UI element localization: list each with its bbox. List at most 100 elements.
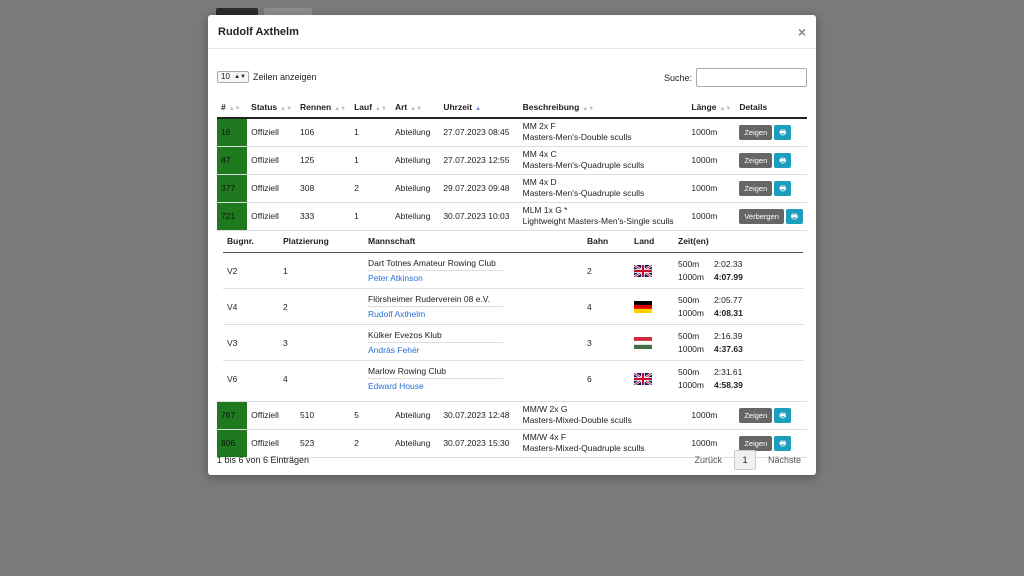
crew-col-country: Land — [630, 230, 674, 253]
times-cell: 500m 2:16.39 1000m 4:37.63 — [674, 324, 803, 361]
table-info: 1 bis 6 von 6 Einträgen — [217, 455, 310, 465]
race-cell: 106 — [296, 118, 351, 147]
status-cell: Offiziell — [247, 401, 297, 430]
next-page-button[interactable]: Nächste — [762, 455, 807, 465]
print-icon[interactable]: 🖶 — [774, 180, 792, 196]
country-cell — [630, 252, 674, 289]
close-button[interactable]: × — [798, 24, 806, 40]
sort-icon: ▲▼ — [280, 105, 293, 112]
race-number-cell: 377 — [217, 174, 248, 203]
rower-link[interactable]: András Fehér — [368, 345, 579, 355]
lane-cell: 6 — [587, 373, 592, 384]
team-cell: Flörsheimer Ruderverein 08 e.V. Rudolf Ax… — [364, 288, 583, 325]
heat-cell: 1 — [350, 202, 391, 231]
rower-link[interactable]: Edward House — [368, 381, 579, 391]
show-button[interactable]: Zeigen — [739, 152, 773, 168]
col-header-status[interactable]: Status ▲▼ — [247, 96, 297, 119]
time-cell: 30.07.2023 10:03 — [439, 202, 519, 231]
col-header-number[interactable]: # ▲▼ — [217, 96, 248, 119]
type-cell: Abteilung — [390, 174, 440, 203]
table-footer: 1 bis 6 von 6 Einträgen Zurück 1 Nächste — [217, 450, 807, 470]
crew-row: V4 2 Flörsheimer Ruderverein 08 e.V. Rudo… — [223, 288, 803, 325]
description-cell: MM/W 2x G Masters-Mixed-Double sculls — [518, 401, 688, 430]
details-cell: Zeigen 🖶 — [735, 118, 807, 147]
description-cell: MM 4x D Masters-Men's-Quadruple sculls — [518, 174, 688, 203]
bow-cell: V2 — [223, 252, 279, 289]
show-button[interactable]: Zeigen — [739, 407, 773, 423]
country-cell — [630, 288, 674, 325]
times-cell: 500m 2:05.77 1000m 4:08.31 — [674, 288, 803, 325]
description-cell: MM 2x F Masters-Men's-Double sculls — [518, 118, 688, 147]
team-cell: Dart Totnes Amateur Rowing Club Peter Atk… — [364, 252, 583, 289]
crew-row: V3 3 Külker Evezos Klub András Fehér 3 50… — [223, 324, 803, 361]
time-cell: 29.07.2023 09:48 — [439, 174, 519, 203]
gb-flag-icon — [634, 372, 652, 385]
hu-flag-icon — [634, 336, 652, 349]
pagination: Zurück 1 Nächste — [688, 450, 807, 470]
time-cell: 27.07.2023 12:55 — [439, 146, 519, 175]
sort-icon: ▲▼ — [375, 105, 387, 112]
bow-cell: V4 — [223, 288, 279, 325]
rows-per-page-select[interactable]: 10 ▲▼ — [217, 71, 249, 83]
type-cell: Abteilung — [390, 401, 440, 430]
crew-col-times: Zeit(en) — [674, 230, 803, 253]
table-header-row: # ▲▼ Status ▲▼ Rennen ▲▼ Lauf ▲▼ Art ▲▼ Uhrze… — [217, 96, 807, 119]
lane-cell: 3 — [583, 324, 630, 361]
race-cell: 308 — [296, 174, 351, 203]
race-number-cell: 767 — [217, 401, 248, 430]
table-row: 16 Offiziell 106 1 Abteilung 27.07.2023 … — [217, 118, 807, 147]
status-cell: Offiziell — [247, 174, 297, 203]
show-button[interactable]: Zeigen — [739, 180, 773, 196]
place-cell: 1 — [279, 252, 364, 289]
print-icon[interactable]: 🖶 — [785, 208, 803, 224]
page-1-button[interactable]: 1 — [733, 450, 756, 470]
rower-link[interactable]: Rudolf Axthelm — [368, 309, 579, 319]
lane-cell: 4 — [583, 288, 630, 325]
athlete-modal: Rudolf Axthelm × 10 ▲▼ Zeilen anzeigen S… — [208, 15, 816, 475]
type-cell: Abteilung — [390, 118, 440, 147]
race-number-cell: 87 — [217, 146, 248, 175]
modal-header: Rudolf Axthelm × — [208, 15, 816, 49]
table-controls: 10 ▲▼ Zeilen anzeigen Suche: — [208, 49, 816, 91]
detail-cell: Bugnr. Platzierung Mannschaft Bahn Land … — [217, 230, 807, 402]
sort-icon: ▲▼ — [719, 105, 732, 112]
print-icon[interactable]: 🖶 — [774, 124, 792, 140]
print-icon[interactable]: 🖶 — [774, 435, 792, 451]
details-cell: Zeigen 🖶 — [735, 174, 807, 203]
col-header-length[interactable]: Länge ▲▼ — [687, 96, 736, 119]
print-icon[interactable]: 🖶 — [774, 152, 792, 168]
length-cell: 1000m — [687, 202, 736, 231]
length-control: 10 ▲▼ Zeilen anzeigen — [217, 71, 317, 83]
col-header-heat[interactable]: Lauf ▲▼ — [350, 96, 391, 119]
rower-link[interactable]: Peter Atkinson — [368, 273, 579, 283]
description-cell: MLM 1x G * Lightweight Masters-Men's-Sing… — [518, 202, 688, 231]
show-button[interactable]: Zeigen — [739, 124, 773, 140]
crew-row: V2 1 Dart Totnes Amateur Rowing Club Pete… — [223, 252, 803, 289]
length-cell: 1000m — [687, 401, 736, 430]
prev-page-button[interactable]: Zurück — [688, 455, 728, 465]
de-flag-icon — [634, 300, 652, 313]
sort-icon: ▲▼ — [334, 105, 347, 112]
crew-col-place: Platzierung — [279, 230, 364, 253]
col-header-race[interactable]: Rennen ▲▼ — [296, 96, 351, 119]
col-header-time[interactable]: Uhrzeit ▲ — [439, 96, 519, 119]
col-header-type[interactable]: Art ▲▼ — [390, 96, 440, 119]
times-cell: 500m 2:31.61 1000m 4:58.39 — [678, 366, 743, 390]
race-number-cell: 16 — [217, 118, 248, 147]
col-header-description[interactable]: Beschreibung ▲▼ — [518, 96, 688, 119]
rows-per-page-label: Zeilen anzeigen — [253, 72, 317, 82]
bow-cell: V3 — [223, 324, 279, 361]
crew-row: V6 4 Marlow Rowing Club Edward House 6 50… — [223, 361, 803, 397]
search-input[interactable] — [696, 68, 807, 87]
country-cell — [630, 324, 674, 361]
print-icon[interactable]: 🖶 — [774, 407, 792, 423]
place-cell: 4 — [283, 373, 288, 384]
show-button[interactable]: Zeigen — [739, 435, 773, 451]
gb-flag-icon — [634, 264, 652, 277]
table-row: 767 Offiziell 510 5 Abteilung 30.07.2023… — [217, 401, 807, 430]
crew-col-team: Mannschaft — [364, 230, 583, 253]
team-name: Marlow Rowing Club — [368, 366, 503, 380]
hide-button[interactable]: Verbergen — [739, 208, 784, 224]
sort-icon: ▲▼ — [410, 105, 423, 112]
team-name: Flörsheimer Ruderverein 08 e.V. — [368, 294, 503, 307]
